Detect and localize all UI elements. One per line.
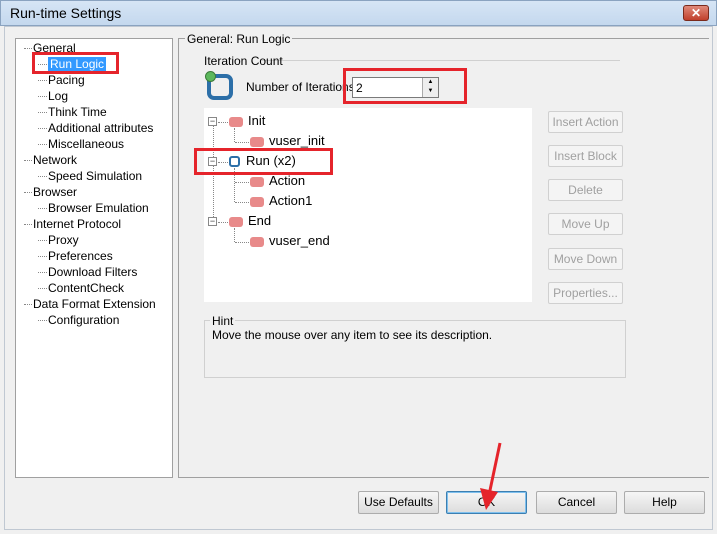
hint-title: Hint xyxy=(210,314,236,328)
sidebar-item[interactable]: Pacing xyxy=(48,73,85,87)
sidebar-item[interactable]: ContentCheck xyxy=(48,281,124,295)
tree-item-label: End xyxy=(248,213,272,228)
insert-action-button[interactable]: Insert Action xyxy=(548,111,623,133)
insert-block-button[interactable]: Insert Block xyxy=(548,145,623,167)
window-title: Run-time Settings xyxy=(10,5,122,21)
sidebar-item[interactable]: Speed Simulation xyxy=(48,169,142,183)
move-up-button[interactable]: Move Up xyxy=(548,213,623,235)
iteration-icon-dot xyxy=(205,71,216,82)
sidebar-item[interactable]: Browser xyxy=(33,185,77,199)
action-brick-icon xyxy=(250,236,264,247)
action-brick-icon xyxy=(229,216,243,227)
tree-item[interactable]: Action1 xyxy=(250,194,312,208)
collapse-icon[interactable]: − xyxy=(208,117,217,126)
hint-text: Move the mouse over any item to see its … xyxy=(212,328,493,342)
move-down-button[interactable]: Move Down xyxy=(548,248,623,270)
tree-item[interactable]: Init xyxy=(229,114,265,128)
use-defaults-button[interactable]: Use Defaults xyxy=(358,491,439,514)
collapse-icon[interactable]: − xyxy=(208,217,217,226)
sidebar-item[interactable]: Miscellaneous xyxy=(48,137,124,151)
tree-item[interactable]: vuser_init xyxy=(250,134,325,148)
panel-title: General: Run Logic xyxy=(185,32,293,46)
sidebar-item[interactable]: Browser Emulation xyxy=(48,201,149,215)
action-brick-icon xyxy=(250,176,264,187)
sidebar-item[interactable]: Additional attributes xyxy=(48,121,153,135)
tree-item-label: Init xyxy=(248,113,266,128)
close-icon[interactable]: ✕ xyxy=(683,5,709,21)
tree-item[interactable]: End xyxy=(229,214,271,228)
tree-item[interactable]: vuser_end xyxy=(250,234,330,248)
properties-button[interactable]: Properties... xyxy=(548,282,623,304)
tree-item-label: Action1 xyxy=(269,193,313,208)
action-brick-icon xyxy=(250,136,264,147)
sidebar-item[interactable]: Configuration xyxy=(48,313,119,327)
cancel-button[interactable]: Cancel xyxy=(536,491,617,514)
sidebar-item[interactable]: Internet Protocol xyxy=(33,217,121,231)
highlight-iterations xyxy=(343,68,467,104)
title-bar: Run-time Settings ✕ xyxy=(0,0,717,26)
delete-button[interactable]: Delete xyxy=(548,179,623,201)
sidebar-item[interactable]: Log xyxy=(48,89,68,103)
tree-item-label: vuser_end xyxy=(269,233,330,248)
highlight-run-logic xyxy=(32,52,119,74)
iteration-count-label: Iteration Count xyxy=(204,54,283,68)
tree-item-label: Action xyxy=(269,173,306,188)
highlight-run-block xyxy=(194,148,333,175)
settings-tree: General Run Logic Pacing Log Think Time Addit… xyxy=(15,38,173,478)
help-button[interactable]: Help xyxy=(624,491,705,514)
run-logic-tree: − Init vuser_init − Run (x2) Action Action1− En… xyxy=(204,108,532,302)
sidebar-item[interactable]: Data Format Extension xyxy=(33,297,156,311)
tree-item-label: vuser_init xyxy=(269,133,325,148)
sidebar-item[interactable]: Download Filters xyxy=(48,265,137,279)
sidebar-item[interactable]: Network xyxy=(33,153,77,167)
action-brick-icon xyxy=(229,116,243,127)
sidebar-item[interactable]: Preferences xyxy=(48,249,113,263)
iterations-label: Number of Iterations xyxy=(246,80,355,94)
red-arrow-annotation xyxy=(480,442,502,510)
sidebar-item[interactable]: Proxy xyxy=(48,233,79,247)
tree-item[interactable]: Action xyxy=(250,174,305,188)
action-brick-icon xyxy=(250,196,264,207)
sidebar-item[interactable]: Think Time xyxy=(48,105,107,119)
divider xyxy=(262,60,620,61)
